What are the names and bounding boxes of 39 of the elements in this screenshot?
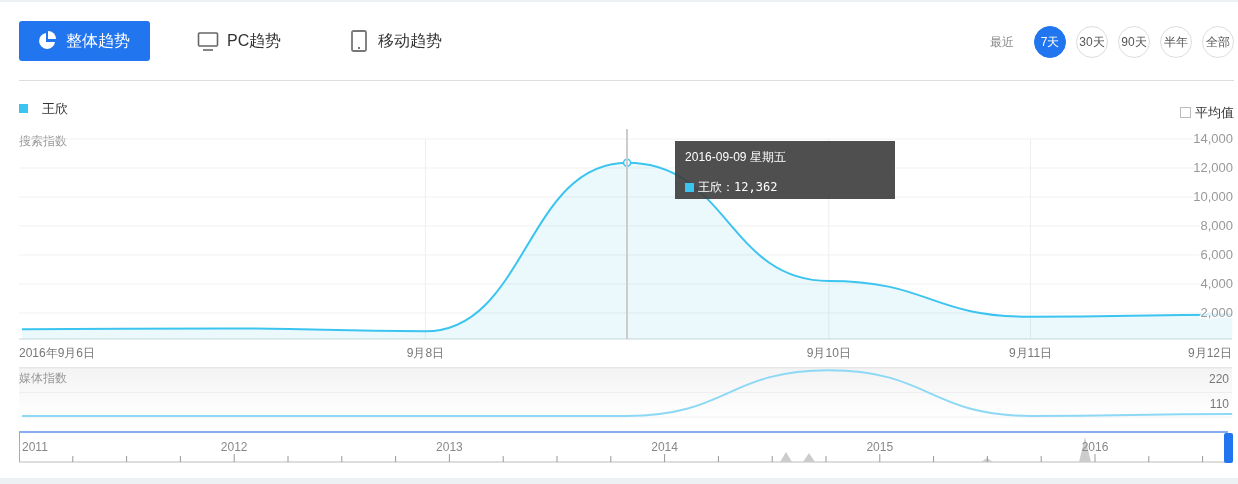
- axis-label: 220: [1208, 372, 1229, 386]
- range-button[interactable]: 30天: [1076, 26, 1108, 58]
- year-label: 2015: [866, 440, 894, 454]
- range-button[interactable]: 全部: [1202, 26, 1234, 58]
- legend-label[interactable]: 王欣: [42, 99, 68, 119]
- range-button[interactable]: 90天: [1118, 26, 1150, 58]
- tooltip-title: 2016-09-09 星期五: [685, 149, 786, 166]
- year-label: 2016: [1081, 440, 1109, 454]
- axis-label: 12,000: [1193, 160, 1233, 175]
- pie-chart-icon: [36, 30, 58, 52]
- range-label: 最近: [990, 34, 1014, 51]
- range-handle[interactable]: [1224, 433, 1233, 463]
- axis-label: 4,000: [1200, 275, 1233, 291]
- checkbox-label: 平均值: [1195, 104, 1234, 122]
- tab[interactable]: PC趋势: [180, 21, 302, 61]
- series-swatch: [685, 182, 695, 192]
- average-checkbox[interactable]: [1180, 107, 1191, 119]
- axis-label: 9月12日: [1187, 346, 1232, 360]
- axis-label: 2016年9月6日: [19, 346, 96, 360]
- chart-title: 媒体指数: [19, 371, 67, 385]
- tab[interactable]: 整体趋势: [19, 21, 150, 61]
- axis-label: 9月10日: [806, 346, 851, 360]
- range-button[interactable]: 半年: [1160, 26, 1192, 58]
- axis-label: 9月11日: [1008, 346, 1053, 360]
- axis-label: 9月8日: [406, 346, 445, 360]
- axis-label: 110: [1209, 396, 1229, 411]
- year-label: 2012: [220, 440, 248, 454]
- chart-title: 搜索指数: [19, 134, 67, 148]
- axis-label: 8,000: [1200, 217, 1233, 233]
- year-label: 2011: [22, 440, 48, 454]
- year-label: 2013: [436, 440, 463, 454]
- year-label: 2014: [651, 440, 678, 454]
- monitor-icon: [197, 30, 219, 52]
- axis-label: 6,000: [1200, 246, 1233, 262]
- axis-label: 10,000: [1193, 188, 1233, 204]
- range-button[interactable]: 7天: [1034, 26, 1066, 58]
- tooltip-value: 王欣：12,362: [698, 179, 778, 196]
- axis-label: 14,000: [1193, 131, 1233, 146]
- tab[interactable]: 移动趋势: [331, 21, 463, 61]
